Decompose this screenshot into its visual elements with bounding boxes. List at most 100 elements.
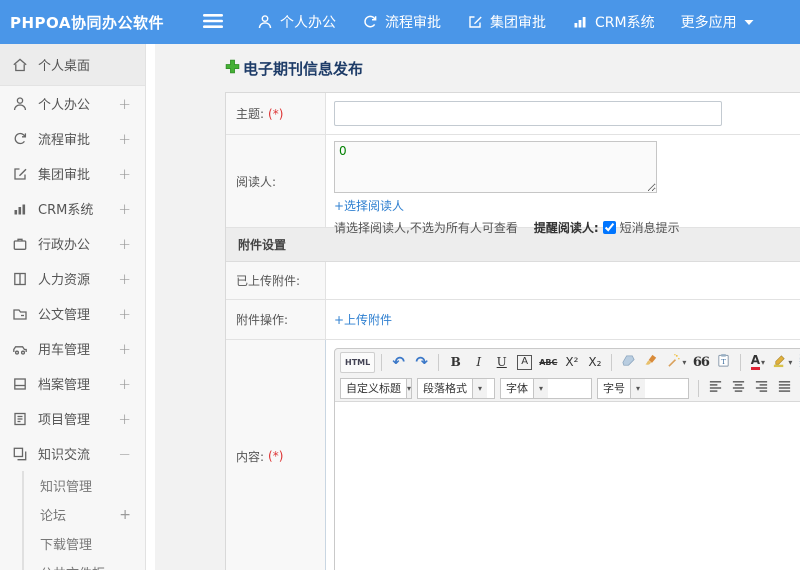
editor-content-area[interactable]: [335, 401, 800, 570]
align-right-button[interactable]: [751, 378, 772, 399]
upload-attachment-link[interactable]: +上传附件: [334, 311, 392, 328]
person-icon: [257, 14, 273, 30]
editor-toolbar-row-1: HTML ↶ ↷ B I U A ABC X² X₂ ▾ 66 T A ▾ ▾: [335, 349, 800, 375]
font-size-select[interactable]: 字号 ▾: [597, 377, 689, 399]
align-center-icon: [731, 379, 746, 397]
sms-notify-checkbox[interactable]: [602, 221, 616, 234]
car-icon: [12, 341, 29, 357]
expand-plus-icon[interactable]: +: [118, 340, 131, 358]
nav-item-more-apps[interactable]: 更多应用: [668, 0, 767, 44]
expand-plus-icon[interactable]: +: [118, 95, 131, 113]
content-row: 内容: (*) HTML ↶ ↷ B I U A ABC X² X₂ ▾ 66 …: [226, 340, 800, 570]
nav-item-workflow-approval[interactable]: 流程审批: [349, 0, 454, 44]
person-icon: [12, 96, 29, 112]
hamburger-menu-button[interactable]: [200, 9, 226, 35]
readers-row: 阅读人: 0 +选择阅读人 请选择阅读人,不选为所有人可查看 提醒阅读人: 短消…: [226, 135, 800, 235]
font-family-select[interactable]: 字体 ▾: [500, 377, 592, 399]
underline-button[interactable]: U: [491, 352, 512, 373]
sidebar-subitem-public-file-cabinet[interactable]: 公共文件柜: [24, 558, 145, 570]
html-source-button[interactable]: HTML: [340, 351, 376, 373]
attachment-actions-row: 附件操作: +上传附件: [226, 300, 800, 340]
expand-plus-icon[interactable]: +: [118, 410, 131, 428]
align-left-button[interactable]: [705, 378, 726, 399]
sidebar-item-admin-office[interactable]: 行政办公 +: [0, 226, 145, 261]
blockquote-button[interactable]: 66: [690, 352, 711, 373]
autoformat-wand-button[interactable]: ▾: [664, 352, 688, 373]
briefcase-icon: [12, 236, 29, 252]
uploaded-label-cell: 已上传附件:: [226, 262, 326, 299]
caret-down-icon: ▾: [761, 357, 766, 367]
subject-label-cell: 主题: (*): [226, 93, 326, 134]
subscript-button[interactable]: X₂: [584, 352, 605, 373]
actions-label-cell: 附件操作:: [226, 300, 326, 339]
sidebar-item-personal-desktop[interactable]: 个人桌面: [0, 44, 145, 86]
font-color-button[interactable]: A ▾: [747, 352, 768, 373]
sidebar-item-workflow-approval[interactable]: 流程审批 +: [0, 121, 145, 156]
bar-chart-icon: [572, 14, 588, 30]
expand-plus-icon[interactable]: +: [118, 375, 131, 393]
caret-down-icon: ▾: [682, 357, 687, 367]
align-right-icon: [754, 379, 769, 397]
sidebar-subitem-forum[interactable]: 论坛 +: [24, 500, 145, 529]
bar-chart-icon: [12, 201, 29, 217]
redo-button[interactable]: ↷: [411, 352, 432, 373]
strikethrough-button[interactable]: ABC: [537, 352, 559, 373]
select-readers-link[interactable]: +选择阅读人: [334, 197, 404, 214]
readers-label-cell: 阅读人:: [226, 135, 326, 227]
undo-button[interactable]: ↶: [388, 352, 409, 373]
remind-readers-label: 提醒阅读人:: [533, 221, 599, 235]
sidebar-item-project-management[interactable]: 项目管理 +: [0, 401, 145, 436]
expand-plus-icon[interactable]: +: [118, 235, 131, 253]
superscript-button[interactable]: X²: [561, 352, 582, 373]
readers-hint: 请选择阅读人,不选为所有人可查看 提醒阅读人: 短消息提示: [334, 221, 680, 235]
readers-textarea[interactable]: 0: [334, 141, 657, 193]
nav-item-personal-office[interactable]: 个人办公: [244, 0, 349, 44]
sidebar-item-archive-management[interactable]: 档案管理 +: [0, 366, 145, 401]
align-justify-button[interactable]: [774, 378, 795, 399]
italic-button[interactable]: I: [468, 352, 489, 373]
sidebar-subitem-knowledge-management[interactable]: 知识管理: [24, 471, 145, 500]
toolbar-separator: [438, 353, 440, 371]
highlighter-icon: [772, 353, 787, 371]
app-logo: PHPOA协同办公软件: [10, 13, 164, 32]
paste-text-button[interactable]: T: [713, 352, 734, 373]
sidebar-item-personal-office[interactable]: 个人办公 +: [0, 86, 145, 121]
edit-icon: [467, 14, 483, 30]
expand-plus-icon[interactable]: +: [118, 165, 131, 183]
sidebar-item-document-management[interactable]: 公文管理 +: [0, 296, 145, 331]
paragraph-format-select[interactable]: 段落格式 ▾: [417, 377, 495, 399]
align-center-button[interactable]: [728, 378, 749, 399]
sidebar-item-group-approval[interactable]: 集团审批 +: [0, 156, 145, 191]
expand-plus-icon[interactable]: +: [119, 507, 131, 523]
sidebar-subitem-download-management[interactable]: 下载管理: [24, 529, 145, 558]
sidebar-item-vehicle-management[interactable]: 用车管理 +: [0, 331, 145, 366]
page-title: 电子期刊信息发布: [225, 58, 800, 79]
format-brush-button[interactable]: [641, 352, 662, 373]
clipboard-icon: T: [716, 353, 731, 371]
nav-item-crm-system[interactable]: CRM系统: [559, 0, 668, 44]
expand-plus-icon[interactable]: +: [118, 200, 131, 218]
home-icon: [12, 57, 29, 73]
eraser-button[interactable]: [618, 352, 639, 373]
custom-heading-select[interactable]: 自定义标题 ▾: [340, 377, 412, 399]
sidebar-item-knowledge-exchange[interactable]: 知识交流 −: [0, 436, 145, 471]
main-content: 电子期刊信息发布 主题: (*) 阅读人: 0 +选择阅读人 请选择阅读人,不选…: [146, 44, 800, 570]
bold-button[interactable]: B: [445, 352, 466, 373]
caret-down-icon: ▾: [406, 378, 412, 398]
expand-plus-icon[interactable]: +: [118, 270, 131, 288]
sidebar-item-crm-system[interactable]: CRM系统 +: [0, 191, 145, 226]
sidebar-item-human-resources[interactable]: 人力资源 +: [0, 261, 145, 296]
expand-plus-icon[interactable]: +: [118, 305, 131, 323]
highlight-color-button[interactable]: ▾: [770, 352, 794, 373]
border-text-button[interactable]: A: [514, 352, 535, 373]
magic-wand-icon: [666, 353, 681, 371]
toolbar-separator: [381, 353, 383, 371]
cycle-icon: [362, 14, 378, 30]
subject-input[interactable]: [334, 101, 722, 126]
ordered-list-button[interactable]: 123 ▾: [796, 352, 800, 373]
collapse-minus-icon[interactable]: −: [118, 445, 131, 463]
top-navigation: 个人办公 流程审批 集团审批 CRM系统 更多应用: [244, 0, 767, 44]
nav-item-group-approval[interactable]: 集团审批: [454, 0, 559, 44]
expand-plus-icon[interactable]: +: [118, 130, 131, 148]
toolbar-separator: [740, 353, 742, 371]
